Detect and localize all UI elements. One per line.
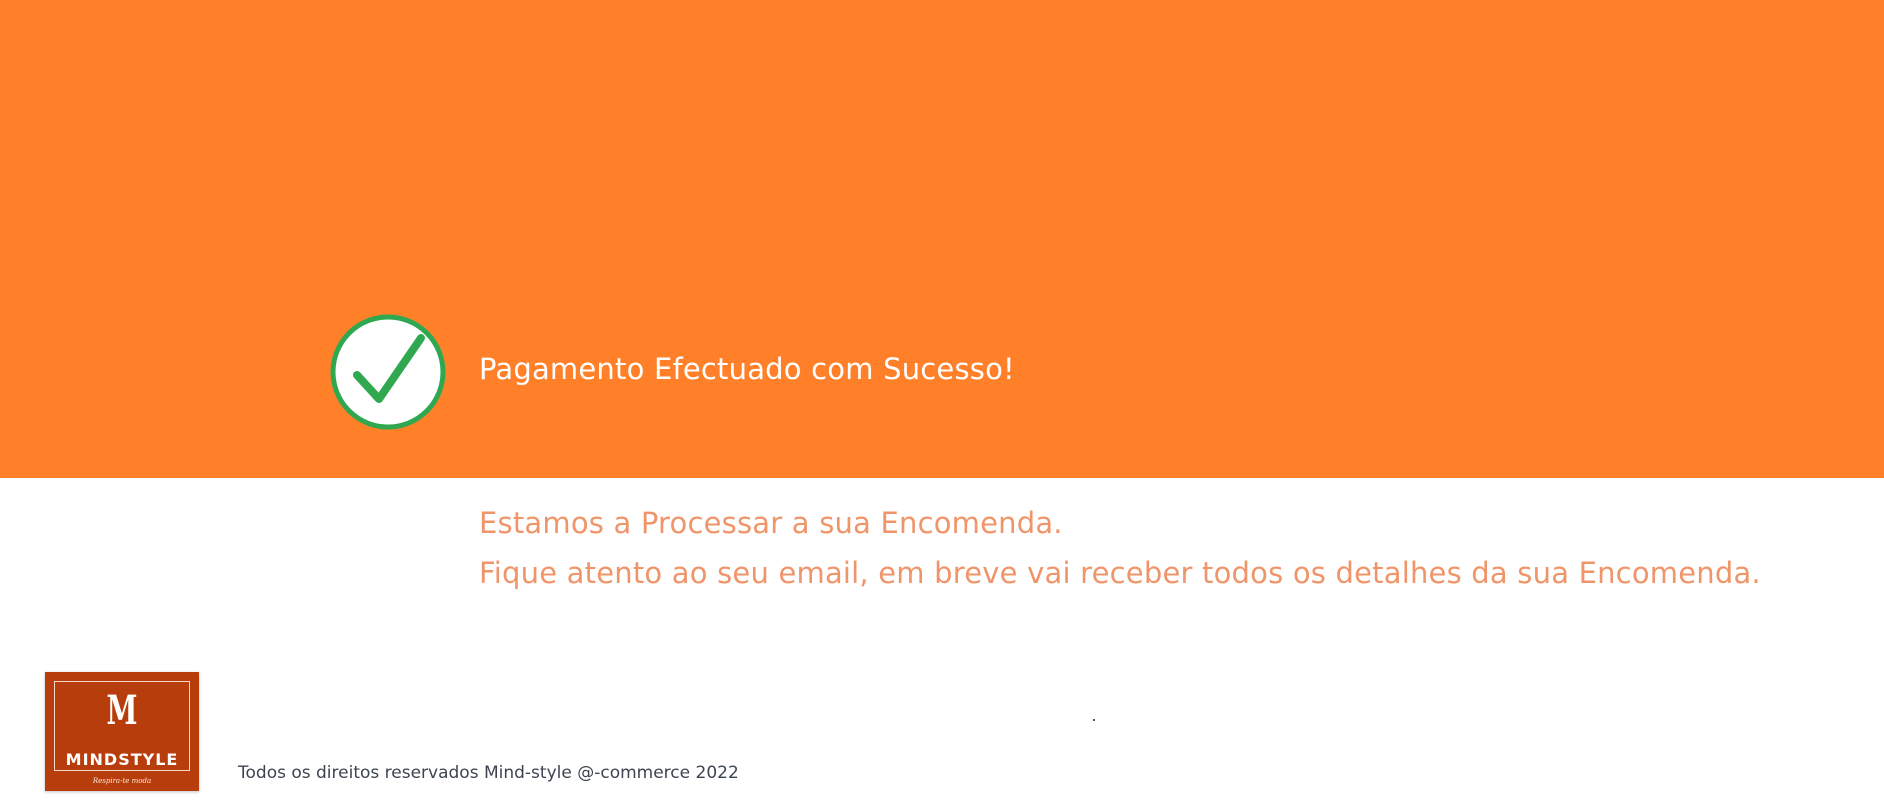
logo-frame: M MINDSTYLE (54, 681, 190, 771)
success-title: Pagamento Efectuado com Sucesso! (479, 352, 1015, 386)
logo-name: MINDSTYLE (65, 750, 179, 769)
logo-tagline: Respira-te moda (92, 777, 152, 785)
mindstyle-logo[interactable]: M MINDSTYLE Respira-te moda (45, 672, 199, 791)
email-notice-message: Fique atento ao seu email, em breve vai … (479, 556, 1761, 590)
processing-message: Estamos a Processar a sua Encomenda. (479, 506, 1063, 540)
copyright-text: Todos os direitos reservados Mind-style … (238, 763, 739, 783)
divider-dot (1093, 719, 1095, 721)
check-circle-icon (329, 313, 447, 431)
success-banner: Pagamento Efectuado com Sucesso! (0, 0, 1884, 478)
logo-monogram: M (106, 687, 138, 734)
